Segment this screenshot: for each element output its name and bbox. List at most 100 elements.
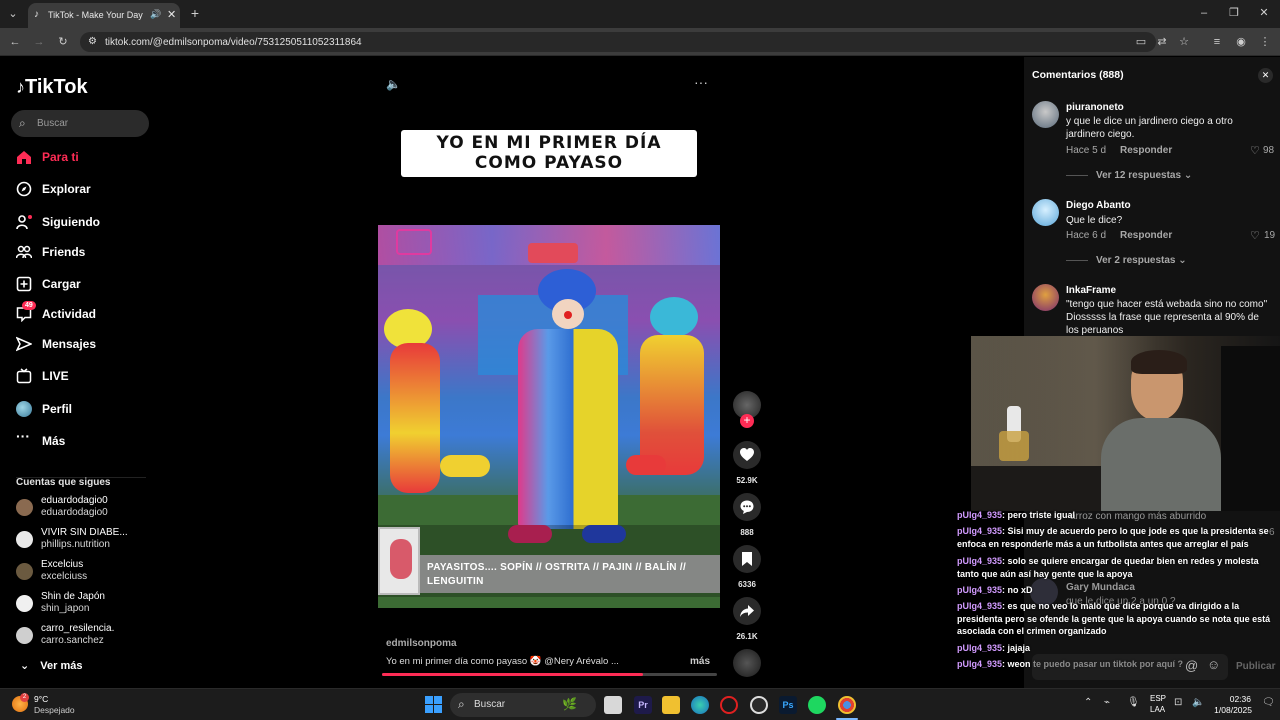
clown-left-body: [390, 343, 440, 493]
nav-cargar[interactable]: Cargar: [16, 275, 156, 295]
spotify-icon[interactable]: [808, 696, 826, 714]
site-info-icon[interactable]: ⚙: [88, 36, 97, 47]
bookmark-star-icon[interactable]: ☆: [1177, 35, 1191, 49]
notifications-icon[interactable]: 🗨: [1262, 697, 1275, 708]
microphone-icon[interactable]: 🎙: [1127, 697, 1140, 708]
account-icon[interactable]: ◉: [1234, 35, 1248, 49]
opera-icon[interactable]: [720, 696, 738, 714]
url-field[interactable]: ⚙ tiktok.com/@edmilsonpoma/video/7531250…: [80, 32, 1156, 52]
language-code[interactable]: ESP: [1150, 694, 1166, 703]
volume-icon[interactable]: 🔈: [1192, 697, 1204, 708]
reload-icon[interactable]: ↻: [56, 35, 70, 49]
chat-message: pUlg4_935: pero triste igual: [957, 510, 1076, 520]
nav-live[interactable]: LIVE: [16, 367, 156, 387]
tab-close-icon[interactable]: ✕: [167, 8, 176, 21]
nav-actividad[interactable]: 49 Actividad: [16, 301, 156, 325]
reply-button[interactable]: Responder: [1120, 145, 1172, 156]
back-icon[interactable]: ←: [8, 35, 22, 49]
see-more-description[interactable]: más: [690, 656, 710, 667]
heart-outline-icon[interactable]: ♡: [1250, 144, 1260, 157]
browser-tab[interactable]: ♪ TikTok - Make Your Day 🔊 ✕: [28, 3, 180, 28]
comment-input[interactable]: [1032, 654, 1228, 680]
video-description: Yo en mi primer día como payaso 🤡 @Nery …: [386, 656, 619, 667]
task-view-icon[interactable]: [604, 696, 622, 714]
forward-icon[interactable]: →: [32, 35, 46, 49]
minimize-icon[interactable]: –: [1197, 6, 1211, 20]
more-icon: ···: [16, 428, 30, 444]
window-close-icon[interactable]: ✕: [1257, 6, 1271, 20]
tab-audio-icon[interactable]: 🔊: [150, 9, 161, 20]
following-account-shin-japon[interactable]: Shin de Japón shin_japon: [16, 590, 156, 618]
video-options-icon[interactable]: ···: [694, 74, 708, 90]
reading-list-icon[interactable]: ≡: [1210, 35, 1224, 49]
search-placeholder: Buscar: [37, 118, 69, 129]
home-icon: [17, 151, 31, 164]
chrome-menu-icon[interactable]: ⋮: [1258, 35, 1272, 49]
tab-title: TikTok - Make Your Day: [48, 10, 143, 20]
see-more-button[interactable]: ⌄ Ver más: [20, 659, 82, 672]
comment-user[interactable]: Diego Abanto: [1066, 200, 1131, 211]
premiere-icon[interactable]: Pr: [634, 696, 652, 714]
mute-icon[interactable]: 🔈: [386, 77, 401, 91]
caption-thumbnail: [378, 527, 420, 595]
reply-button[interactable]: Responder: [1120, 230, 1172, 241]
following-account-carro-sanchez[interactable]: carro_resilencia. carro.sanchez: [16, 622, 156, 650]
translate-icon[interactable]: ⇄: [1155, 35, 1169, 49]
music-disc-icon[interactable]: [733, 649, 761, 677]
close-comments-icon[interactable]: ✕: [1258, 68, 1273, 83]
emoji-icon[interactable]: ☺: [1207, 657, 1220, 672]
tiktok-logo[interactable]: ♪TikTok: [16, 76, 88, 99]
search-input[interactable]: ⌕ Buscar: [11, 110, 149, 137]
chrome-icon[interactable]: [838, 696, 856, 714]
profile-icon: [16, 401, 32, 417]
clock-time[interactable]: 02:36: [1227, 694, 1251, 704]
taskbar-search[interactable]: ⌕ Buscar 🌿: [450, 693, 596, 717]
video-author[interactable]: edmilsonpoma: [386, 638, 457, 649]
new-tab-icon[interactable]: +: [188, 6, 202, 20]
comment-button[interactable]: [733, 493, 761, 521]
view-replies-button[interactable]: Ver 12 respuestas ⌄: [1096, 170, 1192, 181]
tray-overflow-icon[interactable]: ⌃: [1084, 697, 1092, 708]
nav-para-ti[interactable]: Para ti: [16, 148, 156, 168]
photoshop-icon[interactable]: Ps: [779, 696, 797, 714]
heart-outline-icon[interactable]: ♡: [1250, 229, 1260, 242]
comment-user[interactable]: InkaFrame: [1066, 285, 1116, 296]
nav-friends[interactable]: Friends: [16, 243, 156, 263]
cast-icon[interactable]: ▭: [1134, 35, 1148, 49]
keyboard-layout[interactable]: LAA: [1150, 705, 1165, 714]
comment-user[interactable]: piuranoneto: [1066, 102, 1124, 113]
follow-plus-icon[interactable]: +: [740, 414, 754, 428]
replies-divider: [1066, 260, 1088, 261]
tab-search-icon[interactable]: ⌄: [6, 7, 20, 21]
nav-mas[interactable]: ··· Más: [16, 428, 156, 452]
edge-icon[interactable]: [691, 696, 709, 714]
windows-start-icon[interactable]: [425, 696, 442, 713]
heart-icon: [740, 448, 754, 461]
nav-siguiendo[interactable]: Siguiendo: [16, 213, 156, 233]
nav-explorar[interactable]: Explorar: [16, 180, 156, 200]
restore-icon[interactable]: ❐: [1227, 6, 1241, 20]
post-comment-button[interactable]: Publicar: [1236, 661, 1275, 672]
weather-desc: Despejado: [34, 705, 75, 715]
share-button[interactable]: [733, 597, 761, 625]
nav-mensajes[interactable]: Mensajes: [16, 335, 156, 355]
clock-date[interactable]: 1/08/2025: [1212, 705, 1252, 715]
video-progress-track[interactable]: [382, 673, 717, 676]
video-frame[interactable]: PAYASITOS.... SOPÍN // OSTRITA // PAJIN …: [378, 225, 720, 608]
view-replies-button[interactable]: Ver 2 respuestas ⌄: [1096, 255, 1187, 266]
webcam-chair: [1221, 346, 1280, 511]
following-account-phillips[interactable]: VIVIR SIN DIABE... phillips.nutrition: [16, 526, 156, 554]
steam-icon[interactable]: [750, 696, 768, 714]
following-account-eduardodagio0[interactable]: eduardodagio0 eduardodagio0: [16, 494, 156, 522]
avatar[interactable]: [1032, 284, 1059, 311]
notification-bell-icon[interactable]: ⊡: [1174, 697, 1182, 708]
avatar[interactable]: [1032, 101, 1059, 128]
save-button[interactable]: [733, 545, 761, 573]
following-account-excelcius[interactable]: Excelcius excelciuss: [16, 558, 156, 586]
file-explorer-icon[interactable]: [662, 696, 680, 714]
like-button[interactable]: [733, 441, 761, 469]
mention-icon[interactable]: @: [1185, 658, 1198, 673]
nav-perfil[interactable]: Perfil: [16, 400, 156, 420]
network-icon[interactable]: ⌁: [1104, 697, 1110, 708]
avatar[interactable]: [1032, 199, 1059, 226]
